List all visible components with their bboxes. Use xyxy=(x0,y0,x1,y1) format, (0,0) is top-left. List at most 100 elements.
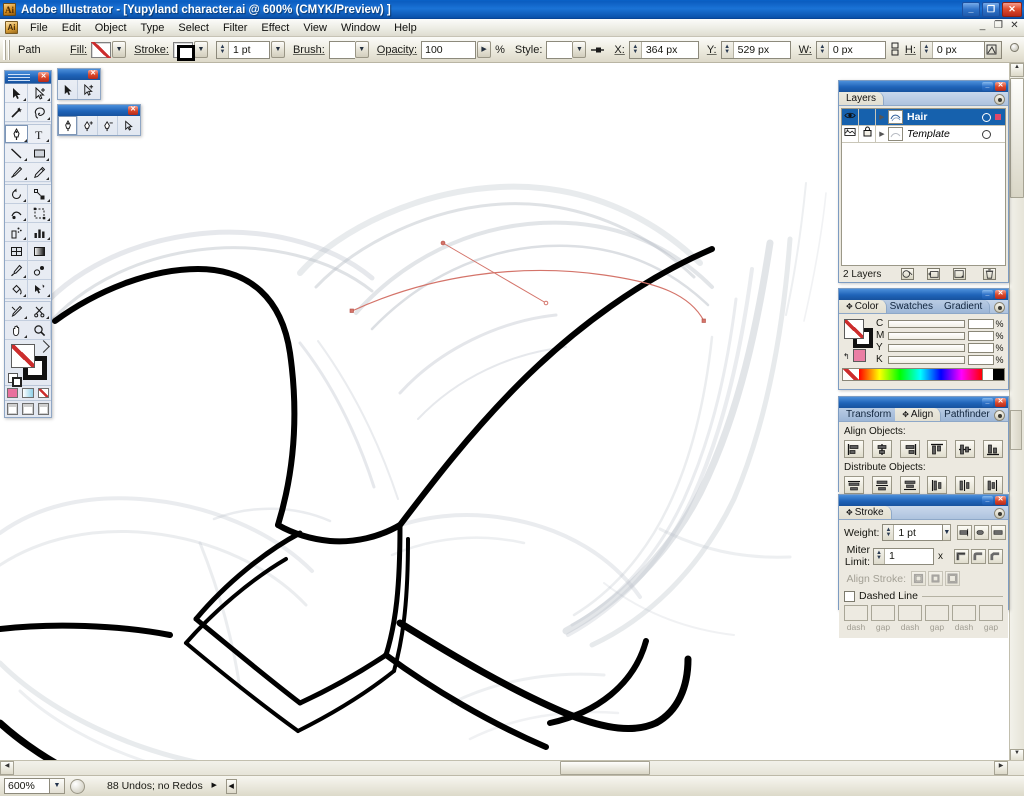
distribute-vertical-center-button[interactable] xyxy=(872,476,892,494)
opacity-input[interactable]: 100 xyxy=(421,41,476,59)
menu-object[interactable]: Object xyxy=(88,21,134,35)
stroke-panel-minimize-icon[interactable]: _ xyxy=(982,496,993,505)
h-field[interactable]: ▲▼ 0 px xyxy=(920,41,990,59)
align-panel-menu-icon[interactable] xyxy=(994,410,1005,421)
doc-restore-button[interactable]: ❐ xyxy=(992,20,1005,31)
dashed-line-checkbox[interactable] xyxy=(844,591,855,602)
slider-track-k[interactable] xyxy=(888,356,965,364)
weight-stepper[interactable]: ▲▼ xyxy=(883,525,894,540)
standard-screen-mode-button[interactable] xyxy=(7,403,18,415)
ramp-black-swatch[interactable] xyxy=(993,369,1004,380)
direct-selection-tool-tearoff[interactable] xyxy=(78,80,98,99)
scroll-up-button[interactable]: ▲ xyxy=(1010,63,1024,77)
gradient-tool[interactable] xyxy=(28,242,51,261)
menu-select[interactable]: Select xyxy=(171,21,216,35)
line-segment-tool[interactable] xyxy=(5,144,28,163)
layers-panel-title-bar[interactable]: _ ✕ xyxy=(839,81,1008,92)
vertical-scroll-thumb[interactable] xyxy=(1010,78,1024,198)
align-panel-minimize-icon[interactable]: _ xyxy=(982,398,993,407)
fill-swatch[interactable] xyxy=(91,42,111,58)
lock-proportions-icon[interactable] xyxy=(891,42,899,58)
layer-name[interactable]: Template xyxy=(907,128,982,140)
gradient-button[interactable] xyxy=(22,388,33,398)
layer-row-hair[interactable]: ▶ Hair xyxy=(842,109,1005,126)
eyedropper-tool[interactable] xyxy=(5,261,28,280)
minimize-button[interactable]: _ xyxy=(962,2,980,17)
status-nav-button[interactable]: ◀ xyxy=(226,779,237,794)
make-clipping-mask-icon[interactable] xyxy=(901,268,914,280)
live-paint-selection-tool[interactable] xyxy=(28,280,51,299)
menu-view[interactable]: View xyxy=(296,21,334,35)
add-anchor-point-tool-tearoff[interactable] xyxy=(78,116,98,135)
bevel-join-button[interactable] xyxy=(988,549,1003,564)
reference-point-icon[interactable] xyxy=(590,42,606,58)
pen-tearoff-title[interactable]: ✕ xyxy=(58,105,140,116)
layer-row-template[interactable]: ▶ Template xyxy=(842,126,1005,143)
slice-tool[interactable] xyxy=(5,302,28,321)
close-button[interactable]: ✕ xyxy=(1002,2,1022,17)
dash-input-5[interactable] xyxy=(952,605,976,621)
align-panel-close-icon[interactable]: ✕ xyxy=(995,398,1006,407)
pen-tearoff-close-icon[interactable]: ✕ xyxy=(128,106,138,115)
zoom-tool[interactable] xyxy=(28,321,51,340)
slider-track-c[interactable] xyxy=(888,320,965,328)
color-panel-title-bar[interactable]: _ ✕ xyxy=(839,289,1008,300)
stroke-dropdown-icon[interactable]: ▼ xyxy=(194,41,208,58)
slider-track-m[interactable] xyxy=(888,332,965,340)
free-transform-tool[interactable] xyxy=(28,204,51,223)
butt-cap-button[interactable] xyxy=(957,525,972,540)
tab-transform[interactable]: Transform xyxy=(839,408,899,421)
mesh-tool[interactable] xyxy=(5,242,28,261)
swap-fill-stroke-icon[interactable] xyxy=(37,340,50,353)
stroke-panel-menu-icon[interactable] xyxy=(994,508,1005,519)
distribute-left-button[interactable] xyxy=(927,476,947,494)
color-panel-minimize-icon[interactable]: _ xyxy=(982,290,993,299)
tab-stroke[interactable]: ✥ Stroke xyxy=(839,506,892,519)
align-stroke-outside-button[interactable] xyxy=(945,571,960,586)
dash-input-3[interactable] xyxy=(898,605,922,621)
w-stepper[interactable]: ▲▼ xyxy=(817,42,829,58)
lock-toggle[interactable] xyxy=(859,109,876,126)
miter-stepper[interactable]: ▲▼ xyxy=(874,549,885,564)
menu-help[interactable]: Help xyxy=(387,21,424,35)
brush-combo[interactable]: ▼ xyxy=(329,41,369,59)
eye-icon[interactable] xyxy=(842,109,859,126)
template-icon[interactable] xyxy=(842,126,859,143)
status-flyout-icon[interactable]: ▶ xyxy=(209,779,220,794)
horizontal-scrollbar[interactable]: ◀ ▶ xyxy=(0,760,1024,775)
control-bar-overflow-icon[interactable] xyxy=(984,41,1002,59)
pen-tool-tearoff[interactable] xyxy=(58,116,78,135)
default-fill-stroke-icon[interactable] xyxy=(8,373,18,383)
toolbox-close-icon[interactable]: ✕ xyxy=(38,72,49,82)
layers-panel-menu-icon[interactable] xyxy=(994,94,1005,105)
color-panel-close-icon[interactable]: ✕ xyxy=(995,290,1006,299)
distribute-bottom-button[interactable] xyxy=(900,476,920,494)
slider-track-y[interactable] xyxy=(888,344,965,352)
tab-gradient[interactable]: Gradient xyxy=(937,300,990,313)
ramp-white-swatch[interactable] xyxy=(982,369,993,380)
control-bar-menu-icon[interactable] xyxy=(1010,43,1019,52)
dash-input-6[interactable] xyxy=(979,605,1003,621)
blend-tool[interactable] xyxy=(28,261,51,280)
dash-input-4[interactable] xyxy=(925,605,949,621)
type-tool[interactable]: T xyxy=(28,125,51,144)
pencil-tool[interactable] xyxy=(28,163,51,182)
y-stepper[interactable]: ▲▼ xyxy=(722,42,734,58)
weight-field[interactable]: ▲▼ 1 pt xyxy=(882,524,943,541)
distribute-right-button[interactable] xyxy=(983,476,1003,494)
chevron-right-icon[interactable]: ▶ xyxy=(876,130,888,138)
create-new-layer-icon[interactable] xyxy=(953,268,966,280)
y-field[interactable]: ▲▼ 529 px xyxy=(721,41,791,59)
tab-color[interactable]: ✥ Color xyxy=(839,300,887,313)
zoom-level-input[interactable]: 600% xyxy=(4,778,50,794)
align-horizontal-center-button[interactable] xyxy=(872,440,892,458)
restore-button[interactable]: ❐ xyxy=(982,2,1000,17)
round-join-button[interactable] xyxy=(971,549,986,564)
control-bar-grip[interactable] xyxy=(3,40,10,60)
ramp-spectrum[interactable] xyxy=(859,369,982,380)
doc-minimize-button[interactable]: _ xyxy=(976,20,989,31)
x-field[interactable]: ▲▼ 364 px xyxy=(629,41,699,59)
stroke-weight-stepper[interactable]: ▲▼ xyxy=(217,42,229,58)
delete-selection-icon[interactable] xyxy=(983,268,996,280)
symbol-sprayer-tool[interactable] xyxy=(5,223,28,242)
